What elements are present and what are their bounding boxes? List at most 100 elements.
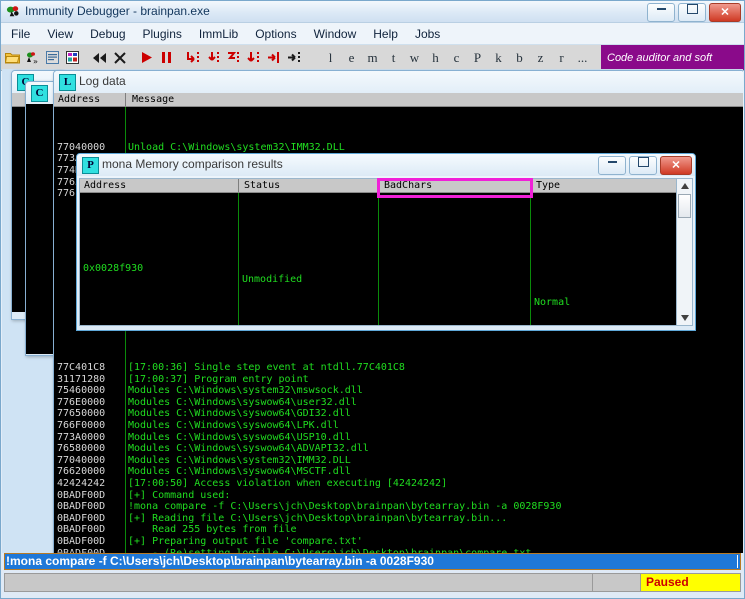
- toolbar-letter-r[interactable]: r: [551, 50, 572, 66]
- log-row[interactable]: 0BADF00D Read 255 bytes from file: [54, 524, 743, 536]
- step-over-icon[interactable]: [205, 48, 222, 68]
- command-input[interactable]: !mona compare -f C:\Users\jch\Desktop\br…: [5, 554, 740, 569]
- log-row[interactable]: 76580000 Modules C:\Windows\syswow64\ADVA…: [54, 443, 743, 455]
- mona-splitter-1[interactable]: [238, 179, 239, 192]
- menu-item-debug[interactable]: Debug: [90, 27, 125, 41]
- run-icon[interactable]: [138, 48, 155, 68]
- menu-item-view[interactable]: View: [47, 27, 73, 41]
- minimize-button[interactable]: [598, 156, 626, 175]
- log-row-message: Modules C:\Windows\syswow64\MSCTF.dll: [128, 466, 351, 478]
- log-data-column-headers[interactable]: Address Message: [54, 93, 743, 107]
- log-row-address: 77C401C8: [57, 362, 106, 373]
- log-column-address: Address: [58, 94, 101, 105]
- log-row-message: Modules C:\Windows\syswow64\ADVAPI32.dll: [128, 443, 369, 455]
- status-bar: Paused: [4, 573, 741, 592]
- log-row-message: [17:00:37] Program entry point: [128, 373, 309, 385]
- status-bar-middle: [593, 573, 641, 592]
- toolbar-letter-z[interactable]: z: [530, 50, 551, 66]
- modules-window-icon[interactable]: [64, 48, 81, 68]
- window-controls: ✕: [647, 3, 741, 22]
- status-badge: Paused: [641, 573, 741, 592]
- log-row[interactable]: 776E0000 Modules C:\Windows\syswow64\user…: [54, 397, 743, 409]
- menu-item-jobs[interactable]: Jobs: [415, 27, 440, 41]
- toolbar-letter-k[interactable]: k: [488, 50, 509, 66]
- step-into-icon[interactable]: [185, 48, 202, 68]
- log-row[interactable]: 0BADF00D [+] Preparing output file 'compa…: [54, 536, 743, 548]
- log-row[interactable]: 0BADF00D !mona compare -f C:\Users\jch\De…: [54, 501, 743, 513]
- log-column-splitter[interactable]: [125, 93, 126, 106]
- toolbar-letter-l[interactable]: l: [320, 50, 341, 66]
- menu-item-immlib[interactable]: ImmLib: [199, 27, 238, 41]
- log-window-icon[interactable]: [44, 48, 61, 68]
- toolbar-letter-w[interactable]: w: [404, 50, 425, 66]
- mona-results-window[interactable]: P mona Memory comparison results ✕ Addre…: [76, 153, 696, 331]
- log-row-message: [+] Reading file C:\Users\jch\Desktop\br…: [128, 512, 508, 524]
- stop-icon[interactable]: [111, 48, 128, 68]
- minimize-button[interactable]: [647, 3, 675, 22]
- command-input-bar[interactable]: !mona compare -f C:\Users\jch\Desktop\br…: [4, 553, 741, 570]
- window-titlebar: Immunity Debugger - brainpan.exe ✕: [1, 1, 744, 23]
- restart-icon[interactable]: [91, 48, 108, 68]
- toolbar-letter-t[interactable]: t: [383, 50, 404, 66]
- maximize-button[interactable]: [678, 3, 706, 22]
- open-file-icon[interactable]: [4, 48, 21, 68]
- table-row[interactable]: 0x0028f930 Unmodified Normal: [80, 251, 677, 309]
- mdi-client-area: C C L Log data Address Message: [2, 69, 743, 553]
- scroll-up-button[interactable]: [677, 179, 692, 193]
- toolbar-letter-b[interactable]: b: [509, 50, 530, 66]
- log-row-message: Unload C:\Windows\system32\IMM32.DLL: [128, 141, 345, 153]
- mona-column-status: Status: [244, 180, 281, 191]
- log-row-address: 0BADF00D: [57, 524, 106, 536]
- trace-into-icon[interactable]: [285, 48, 302, 68]
- log-row-address: 76580000: [57, 443, 106, 455]
- log-row-message: Modules C:\Windows\syswow64\GDI32.dll: [128, 408, 351, 420]
- mona-vertical-scrollbar[interactable]: [676, 179, 692, 325]
- menu-item-file[interactable]: File: [11, 27, 30, 41]
- menu-item-plugins[interactable]: Plugins: [143, 27, 182, 41]
- log-row[interactable]: 77650000 Modules C:\Windows\syswow64\GDI3…: [54, 408, 743, 420]
- close-button[interactable]: ✕: [709, 3, 741, 22]
- toolbar-letter-c[interactable]: c: [446, 50, 467, 66]
- animate-over-icon[interactable]: [245, 48, 262, 68]
- log-row[interactable]: 77040000 Unload C:\Windows\system32\IMM32…: [54, 142, 743, 154]
- log-row-address: 77650000: [57, 408, 106, 420]
- toolbar-letter-e[interactable]: e: [341, 50, 362, 66]
- toolbar-letter-h[interactable]: h: [425, 50, 446, 66]
- menu-item-options[interactable]: Options: [255, 27, 296, 41]
- log-row-message: [17:00:36] Single step event at ntdll.77…: [128, 362, 405, 373]
- mona-column-type: Type: [536, 180, 561, 191]
- maximize-button[interactable]: [629, 156, 657, 175]
- log-row[interactable]: 76620000 Modules C:\Windows\syswow64\MSCT…: [54, 466, 743, 478]
- log-row[interactable]: 77C401C8 [17:00:36] Single step event at …: [54, 362, 743, 374]
- log-row-message: !mona compare -f C:\Users\jch\Desktop\br…: [128, 501, 562, 513]
- scroll-thumb[interactable]: [678, 194, 691, 218]
- close-button[interactable]: ✕: [660, 156, 692, 175]
- pause-icon[interactable]: [158, 48, 175, 68]
- log-row-message: Read 255 bytes from file: [128, 524, 297, 536]
- log-row-message: [17:00:50] Access violation when executi…: [128, 477, 448, 489]
- log-row[interactable]: 766F0000 Modules C:\Windows\syswow64\LPK.…: [54, 420, 743, 432]
- scroll-down-button[interactable]: [677, 311, 692, 325]
- run-script-icon[interactable]: »: [24, 48, 41, 68]
- log-row[interactable]: 75460000 Modules C:\Windows\system32\msws…: [54, 385, 743, 397]
- log-row[interactable]: 31171280 [17:00:37] Program entry point: [54, 374, 743, 386]
- mona-results-titlebar: P mona Memory comparison results ✕: [77, 154, 695, 176]
- toolbar-letter-ellipsis[interactable]: ...: [572, 50, 593, 66]
- animate-into-icon[interactable]: [225, 48, 242, 68]
- mona-results-list[interactable]: 0x0028f930 Unmodified Normal: [80, 193, 677, 325]
- toolbar-letter-m[interactable]: m: [362, 50, 383, 66]
- log-row[interactable]: 773A0000 Modules C:\Windows\syswow64\USP1…: [54, 432, 743, 444]
- cpu-window-icon: C: [31, 85, 48, 102]
- menu-item-help[interactable]: Help: [373, 27, 398, 41]
- log-row[interactable]: 77040000 Modules C:\Windows\system32\IMM3…: [54, 455, 743, 467]
- log-data-titlebar: L Log data: [54, 71, 743, 93]
- log-row[interactable]: 42424242 [17:00:50] Access violation when…: [54, 478, 743, 490]
- menu-item-window[interactable]: Window: [314, 27, 357, 41]
- log-row[interactable]: 0BADF00D [+] Command used:: [54, 490, 743, 502]
- log-row-address: 42424242: [57, 477, 106, 489]
- log-row-address: 0BADF00D: [57, 501, 106, 513]
- execute-till-return-icon[interactable]: [265, 48, 282, 68]
- toolbar-letter-p[interactable]: P: [467, 50, 488, 66]
- mona-cell-address: 0x0028f930: [83, 262, 144, 274]
- log-row[interactable]: 0BADF00D [+] Reading file C:\Users\jch\De…: [54, 513, 743, 525]
